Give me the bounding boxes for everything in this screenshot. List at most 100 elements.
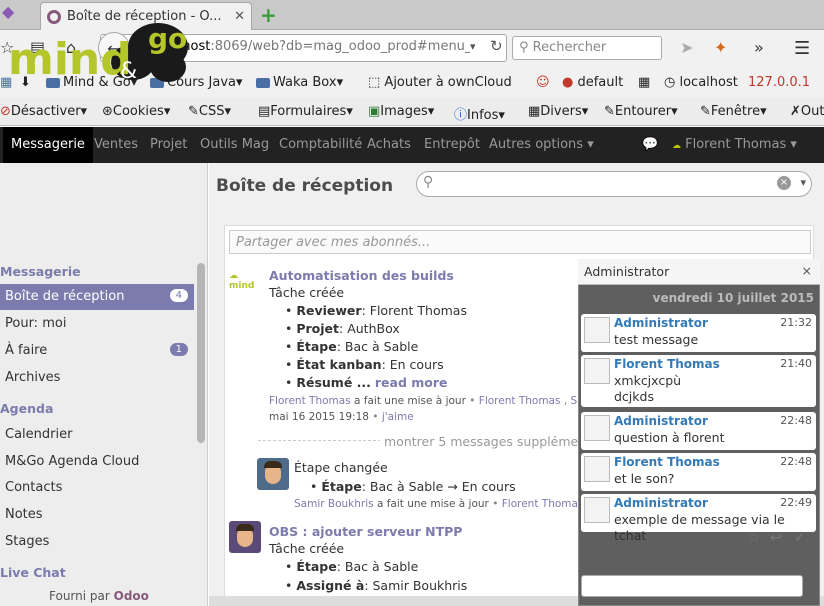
sidebar-item-stages[interactable]: Stages [0,529,194,555]
msg1-title[interactable]: Automatisation des builds [269,268,454,283]
msg2-subtitle: Étape changée [294,460,388,475]
sidebar-item-a-faire[interactable]: À faire 1 [0,338,194,364]
dev-misc[interactable]: ▦Divers▾ [528,104,588,119]
msg3-title[interactable]: OBS : ajouter serveur NTPP [269,524,462,539]
msg2-field: • Étape: Bac à Sable → En cours [310,479,516,494]
folder-icon [256,77,270,88]
dev-forms[interactable]: ▤Formulaires▾ [258,104,353,119]
hamburger-menu-icon[interactable]: ☰ [794,38,810,59]
chat-close-icon[interactable]: × [802,263,812,278]
msg3-field: • Assigné à: Samir Boukhris [285,578,468,593]
inbox-count-badge: 4 [169,289,188,302]
overflow-chevron-icon[interactable]: » [754,38,764,57]
dev-css[interactable]: ✎CSS▾ [188,104,231,119]
chat-bubble-icon[interactable]: 💬 [642,137,658,152]
mindgo-logo: mind & go [8,22,188,85]
odoo-link[interactable]: Odoo [114,589,149,603]
chat-input[interactable] [581,575,803,597]
chat-header-title: Administrator [584,264,670,279]
company-avatar [584,317,610,343]
send-icon[interactable]: ➤ [680,38,693,57]
msg1-field: • État kanban: En cours [285,357,444,372]
svg-text:mind: mind [8,34,132,85]
msg1-field: • Résumé ... read more [285,375,448,390]
bookmark-127[interactable]: 127.0.0.1 [748,75,810,90]
section-agenda: Agenda [0,401,54,416]
msg1-field: • Reviewer: Florent Thomas [285,303,467,318]
url-text[interactable]: localhost:8069/web?db=mag_odoo_prod#menu… [152,39,470,54]
menu-achats[interactable]: Achats [367,137,411,152]
sidebar-item-archives[interactable]: Archives [0,365,194,391]
menu-projet[interactable]: Projet [150,137,187,152]
sidebar-item-contacts[interactable]: Contacts [0,475,194,501]
todo-count-badge: 1 [169,343,188,356]
page-title: Boîte de réception [216,176,394,196]
dev-resize[interactable]: ✎Fenêtre▾ [700,104,767,119]
sidebar-item-inbox[interactable]: Boîte de réception 4 [0,284,194,310]
company-avatar: ☁mind [229,271,255,291]
chat-header[interactable]: Administrator × [578,259,820,285]
sidebar-item-agenda-cloud[interactable]: M&Go Agenda Cloud [0,449,194,475]
chat-message: Florent Thomas 21:40 xmkcjxcpù dcjkds [581,355,816,407]
msg1-field: • Étape: Bac à Sable [285,339,419,354]
browser-search-input[interactable]: ⚲ Rechercher [512,36,662,60]
chat-message: Administrator 22:48 question à florent [581,412,816,450]
message-search-input[interactable]: ⚲ × ▾ [416,171,812,197]
msg3-subtitle: Tâche créée [269,541,345,556]
check-icon[interactable]: ✓ [794,530,806,546]
menu-ventes[interactable]: Ventes [94,137,138,152]
share-input[interactable]: Partager avec mes abonnés... [229,230,811,254]
search-icon: ⚲ [423,174,434,190]
dev-info[interactable]: ⓘInfos▾ [454,104,505,123]
dropdown-chevron-icon[interactable]: ▾ [470,40,476,53]
like-link[interactable]: j'aime [382,411,414,423]
smiley-icon[interactable]: ☺ [536,75,550,90]
sidebar-item-calendrier[interactable]: Calendrier [0,422,194,448]
odoo-top-nav: Messagerie Ventes Projet Outils Mag Comp… [0,127,824,163]
bookmark-localhost[interactable]: ◷ localhost [664,75,738,90]
reply-icon[interactable]: ↩ [770,530,782,546]
powered-by: Fourni par Odoo [49,589,149,603]
dev-outline[interactable]: ✎Entourer▾ [604,104,678,119]
company-avatar [584,456,610,482]
dev-tools[interactable]: ✗Out [790,104,824,119]
dev-disable[interactable]: ⊘Désactiver▾ [0,104,87,119]
msg1-meta: Florent Thomas a fait une mise à jour • … [269,395,612,407]
bookmark-default[interactable]: ● default [562,75,623,90]
menu-comptabilite[interactable]: Comptabilité [279,137,362,152]
menu-outils-mag[interactable]: Outils Mag [200,137,269,152]
chat-message: Administrator 21:32 test message [581,314,816,352]
menu-entrepot[interactable]: Entrepôt [424,137,480,152]
msg2-meta: Samir Boukhris a fait une mise à jour • … [294,498,604,510]
user-menu[interactable]: ☁ Florent Thomas ▾ [672,137,797,152]
search-dropdown-icon[interactable]: ▾ [800,176,806,189]
close-tab-icon[interactable]: ✕ [234,9,245,24]
dev-images[interactable]: ▣Images▾ [368,104,434,119]
company-avatar [584,415,610,441]
bookmark-owncloud[interactable]: ⬚ Ajouter à ownCloud [368,75,512,90]
chat-message: Florent Thomas 22:48 et le son? [581,453,816,491]
chat-message: Administrator 22:49 exemple de message vi… [581,494,816,543]
clear-search-icon[interactable]: × [777,176,791,190]
new-tab-icon[interactable]: + [260,3,277,27]
reload-icon[interactable]: ↻ [490,37,503,55]
msg1-field: • Projet: AuthBox [285,321,400,336]
msg1-date: mai 16 2015 19:18 • j'aime [269,411,414,423]
bookmark-waka-box[interactable]: Waka Box▾ [256,75,343,90]
svg-text:&: & [120,59,137,84]
extension-icon[interactable]: ✦ [714,38,727,57]
menu-autres-options[interactable]: Autres options ▾ [489,137,594,152]
web-developer-toolbar: ⊘Désactiver▾ ⊛Cookies▾ ✎CSS▾ ▤Formulaire… [0,98,824,126]
read-more-link[interactable]: read more [375,375,448,390]
florent-avatar [229,521,261,553]
menu-messagerie[interactable]: Messagerie [3,127,93,163]
msg3-field: • Étape: Bac à Sable [285,559,419,574]
sidebar-item-pour-moi[interactable]: Pour: moi [0,311,194,337]
sidebar-item-notes[interactable]: Notes [0,502,194,528]
company-avatar [584,358,610,384]
star-icon[interactable]: ☆ [748,530,761,546]
section-live-chat: Live Chat [0,565,66,580]
sidebar-scrollbar[interactable] [197,263,205,443]
dev-cookies[interactable]: ⊛Cookies▾ [102,104,170,119]
grid-icon[interactable]: ▦ [638,75,650,90]
